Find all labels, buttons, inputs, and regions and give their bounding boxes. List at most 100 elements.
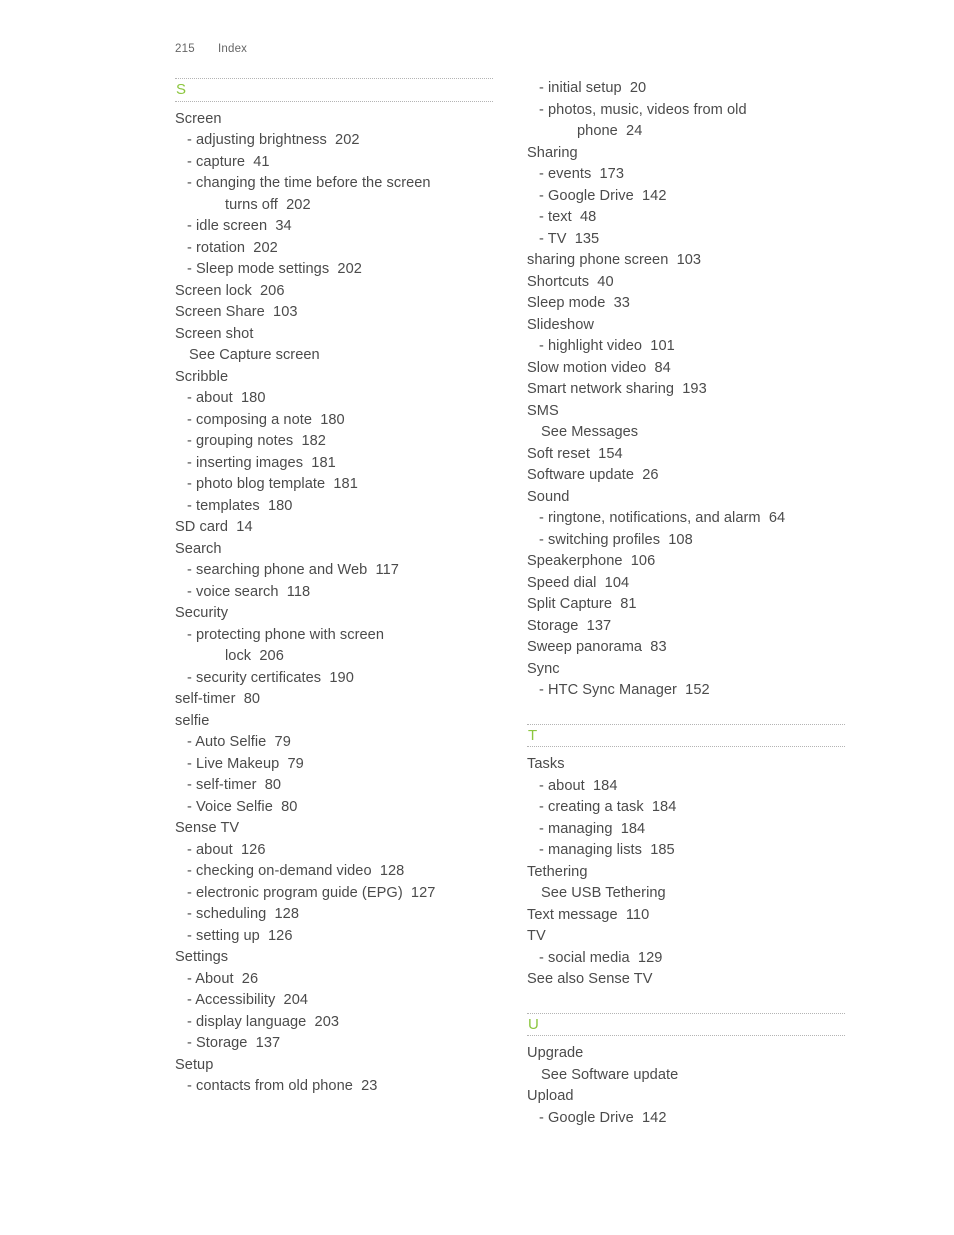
- index-entry: Speakerphone 106: [527, 553, 656, 569]
- index-entry: Sweep panorama 83: [527, 639, 667, 655]
- index-entry: - Google Drive 142: [539, 187, 667, 204]
- index-entry: - Live Makeup 79: [187, 755, 304, 772]
- index-entry: Screen Share 103: [175, 304, 298, 320]
- letter-section-header: U: [527, 1012, 845, 1036]
- section-letter: S: [176, 81, 187, 98]
- index-entry-list: Tasks - about 184 - creating a task 184 - m…: [527, 754, 845, 991]
- index-column-left: S Screen - adjusting brightness 202 - captu…: [175, 78, 493, 1098]
- index-entry: - switching profiles 108: [539, 531, 693, 548]
- index-entry: Settings: [175, 949, 229, 965]
- index-entry: lock 206: [225, 648, 284, 664]
- index-entry: Sharing: [527, 144, 578, 161]
- section-rule-bottom: [175, 100, 493, 102]
- index-entry: - About 26: [187, 970, 259, 987]
- index-entry: - Auto Selfie 79: [187, 734, 291, 750]
- index-entry: Sleep mode 33: [527, 295, 630, 311]
- index-entry: Screen lock 206: [175, 282, 285, 299]
- index-entry-list: - initial setup 20 - photos, music, video…: [527, 78, 845, 702]
- index-entry: - display language 203: [187, 1013, 340, 1030]
- index-entry: - TV 135: [539, 230, 600, 247]
- index-entry: - Storage 137: [187, 1035, 281, 1051]
- index-entry: Slow motion video 84: [527, 359, 671, 376]
- index-entry: See also Sense TV: [527, 971, 653, 987]
- index-entry: Search: [175, 540, 222, 557]
- index-entry: Smart network sharing 193: [527, 381, 707, 397]
- index-entry: Soft reset 154: [527, 445, 623, 462]
- index-entry: - rotation 202: [187, 239, 278, 256]
- index-entry: Sound: [527, 488, 570, 505]
- index-entry: self-timer 80: [175, 691, 261, 707]
- index-entry: - photos, music, videos from old: [539, 101, 747, 118]
- index-entry: - photo blog template 181: [187, 476, 358, 492]
- index-entry: - social media 129: [539, 949, 663, 966]
- index-entry: SD card 14: [175, 519, 253, 535]
- index-page: 215 Index S Screen - adjusting brightness …: [0, 0, 954, 1235]
- index-entry: - composing a note 180: [187, 411, 345, 428]
- index-entry: Scribble: [175, 368, 229, 385]
- index-entry: Tasks: [527, 756, 565, 772]
- section-rule-bottom: [527, 746, 845, 747]
- index-entry: See Capture screen: [189, 347, 320, 363]
- index-entry: - initial setup 20: [539, 80, 647, 96]
- index-entry: Storage 137: [527, 617, 612, 634]
- index-entry: - checking on-demand video 128: [187, 863, 405, 879]
- letter-section-header: T: [527, 723, 845, 747]
- index-entry: Shortcuts 40: [527, 273, 614, 290]
- index-entry: Sense TV: [175, 820, 240, 836]
- index-entry: - about 126: [187, 841, 266, 858]
- index-entry: - inserting images 181: [187, 454, 336, 471]
- index-entry: - highlight video 101: [539, 338, 675, 354]
- page-folio-number: 215: [175, 43, 195, 55]
- running-header: 215 Index: [175, 43, 247, 55]
- index-entry: selfie: [175, 712, 210, 729]
- running-header-label: Index: [218, 43, 248, 55]
- index-entry: - creating a task 184: [539, 799, 677, 815]
- index-entry: TV: [527, 928, 546, 944]
- index-entry: - Sleep mode settings 202: [187, 261, 362, 277]
- index-entry: - Google Drive 142: [539, 1109, 667, 1126]
- index-entry: SMS: [527, 402, 559, 419]
- index-entry: Speed dial 104: [527, 574, 630, 591]
- index-entry: - adjusting brightness 202: [187, 132, 360, 148]
- index-entry: - capture 41: [187, 153, 270, 170]
- index-entry: Split Capture 81: [527, 596, 637, 612]
- index-entry: sharing phone screen 103: [527, 252, 702, 268]
- index-entry: - idle screen 34: [187, 218, 292, 234]
- index-entry: - about 180: [187, 390, 266, 406]
- index-entry: Sync: [527, 660, 560, 677]
- index-entry: - managing lists 185: [539, 842, 675, 858]
- index-entry: - Accessibility 204: [187, 992, 309, 1008]
- index-entry: turns off 202: [225, 196, 311, 213]
- index-entry: phone 24: [577, 123, 643, 139]
- index-entry: - ringtone, notifications, and alarm 64: [539, 510, 786, 526]
- index-entry: - templates 180: [187, 497, 293, 514]
- index-entry: See Software update: [541, 1066, 679, 1083]
- index-entry: - scheduling 128: [187, 906, 299, 922]
- index-entry: Tethering: [527, 863, 588, 880]
- section-letter: U: [528, 1015, 540, 1033]
- index-entry: See Messages: [541, 424, 639, 440]
- index-entry: Upgrade: [527, 1045, 584, 1061]
- index-entry: Security: [175, 605, 229, 621]
- index-entry: - managing 184: [539, 820, 646, 837]
- index-entry: Upload: [527, 1088, 574, 1104]
- index-entry: - about 184: [539, 777, 618, 794]
- index-entry: - text 48: [539, 209, 597, 225]
- index-entry-list: Screen - adjusting brightness 202 - captur…: [175, 109, 493, 1098]
- index-entry: - electronic program guide (EPG) 127: [187, 884, 436, 901]
- section-rule-bottom: [527, 1035, 845, 1036]
- index-column-right: - initial setup 20 - photos, music, video…: [527, 78, 845, 1129]
- index-entry: - changing the time before the screen: [187, 175, 431, 191]
- index-entry: - searching phone and Web 117: [187, 562, 399, 578]
- index-entry: Slideshow: [527, 316, 594, 333]
- section-letter: T: [528, 726, 538, 744]
- index-entry: - protecting phone with screen: [187, 626, 385, 643]
- index-entry: - HTC Sync Manager 152: [539, 682, 710, 698]
- index-entry: - self-timer 80: [187, 777, 282, 793]
- index-entry: Text message 110: [527, 906, 650, 923]
- index-entry: - voice search 118: [187, 583, 311, 600]
- index-entry: See USB Tethering: [541, 885, 666, 901]
- index-entry: - Voice Selfie 80: [187, 798, 298, 815]
- index-entry: - contacts from old phone 23: [187, 1078, 378, 1094]
- index-entry: - grouping notes 182: [187, 433, 326, 449]
